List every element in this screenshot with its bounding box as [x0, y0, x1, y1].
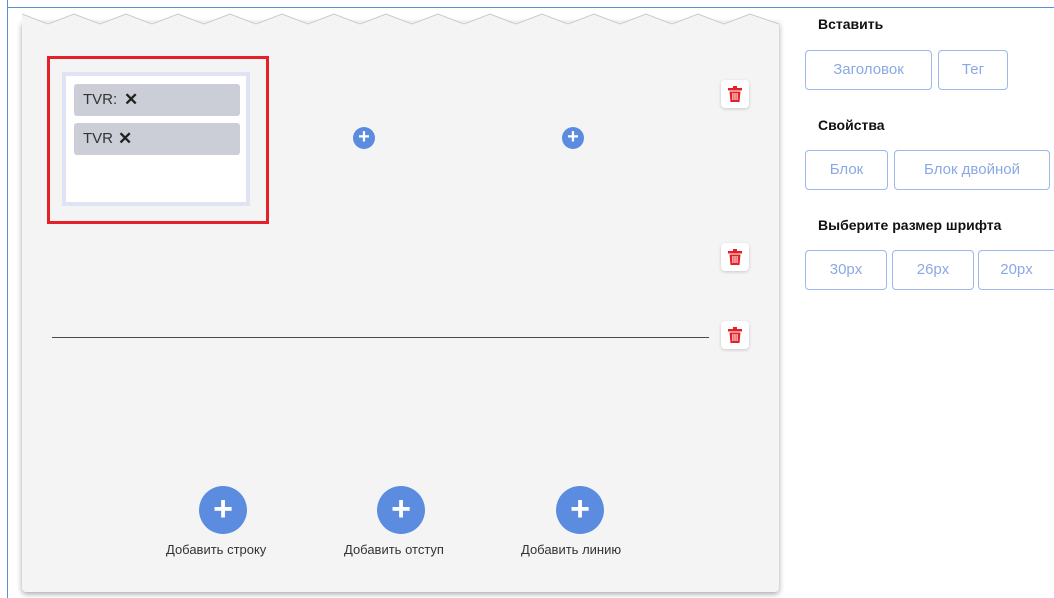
tag-block[interactable]: TVR: ✕ TVR ✕	[62, 72, 250, 206]
remove-icon[interactable]: ✕	[124, 84, 138, 116]
frame-border-top	[7, 7, 1054, 8]
add-cell-button[interactable]: +	[562, 127, 584, 149]
add-indent-button[interactable]: +	[377, 486, 425, 534]
font-size-20-button[interactable]: 20px	[978, 250, 1054, 290]
tag-chip-label: TVR:	[83, 91, 118, 108]
insert-tag-button[interactable]: Тег	[938, 50, 1008, 90]
add-row-button[interactable]: +	[199, 486, 247, 534]
properties-section-title: Свойства	[818, 117, 885, 133]
tag-chip[interactable]: TVR: ✕	[74, 84, 240, 116]
add-indent-label: Добавить отступ	[344, 542, 444, 557]
frame-border-left	[7, 0, 8, 598]
tag-chip[interactable]: TVR ✕	[74, 123, 240, 155]
double-block-button[interactable]: Блок двойной	[894, 150, 1050, 190]
font-size-30-button[interactable]: 30px	[805, 250, 887, 290]
insert-section-title: Вставить	[818, 16, 884, 32]
block-button[interactable]: Блок	[805, 150, 888, 190]
insert-heading-button[interactable]: Заголовок	[805, 50, 932, 90]
trash-icon	[728, 249, 742, 265]
trash-icon	[728, 86, 742, 102]
add-cell-button[interactable]: +	[353, 127, 375, 149]
delete-row-button[interactable]	[721, 80, 749, 108]
add-row-label: Добавить строку	[166, 542, 267, 557]
font-size-26-button[interactable]: 26px	[892, 250, 974, 290]
delete-indent-button[interactable]	[721, 243, 749, 271]
delete-line-button[interactable]	[721, 321, 749, 349]
add-line-button[interactable]: +	[556, 486, 604, 534]
torn-edge	[22, 13, 779, 26]
remove-icon[interactable]: ✕	[118, 123, 132, 155]
tag-chip-label: TVR	[83, 130, 113, 147]
divider-line	[52, 337, 709, 338]
add-line-label: Добавить линию	[521, 542, 622, 557]
font-size-section-title: Выберите размер шрифта	[818, 217, 1002, 233]
trash-icon	[728, 327, 742, 343]
